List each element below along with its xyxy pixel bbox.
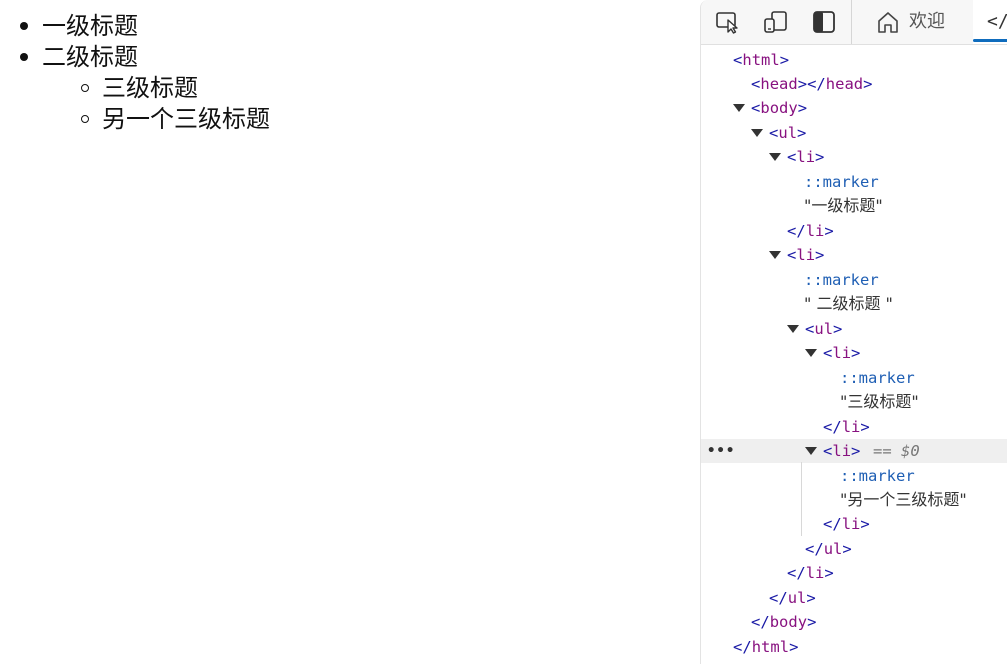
- rendered-page: 一级标题 二级标题 三级标题 另一个三级标题: [0, 0, 700, 664]
- tree-row[interactable]: <head></head>: [701, 72, 1007, 96]
- tree-row[interactable]: </ul>: [701, 586, 1007, 610]
- li-close-tag: </li>: [823, 515, 870, 533]
- tab-welcome-label: 欢迎: [909, 11, 945, 32]
- tree-row[interactable]: <ul>: [701, 317, 1007, 341]
- marker-pseudo: ::marker: [840, 467, 915, 485]
- device-emulation-icon[interactable]: [763, 10, 789, 34]
- tree-row[interactable]: <html>: [701, 48, 1007, 72]
- tree-row[interactable]: ::marker: [701, 366, 1007, 390]
- li-close-tag: </li>: [787, 564, 834, 582]
- tree-row[interactable]: </ul>: [701, 537, 1007, 561]
- tree-row[interactable]: <li>: [701, 145, 1007, 169]
- li-open-tag: <li>: [787, 246, 825, 264]
- marker-pseudo: ::marker: [804, 271, 879, 289]
- devtools-panel: 欢迎 </ <html> <head></head> <body> <ul> <…: [700, 0, 1007, 664]
- active-tab-indicator: [973, 39, 1007, 42]
- marker-pseudo: ::marker: [840, 369, 915, 387]
- tree-row[interactable]: </li>: [701, 512, 1007, 536]
- tree-row[interactable]: </li>: [701, 219, 1007, 243]
- home-icon: [878, 12, 898, 33]
- list-bullet: [20, 22, 28, 30]
- tree-row[interactable]: ::marker: [701, 170, 1007, 194]
- tree-row[interactable]: </body>: [701, 610, 1007, 634]
- tree-row[interactable]: ::marker: [701, 464, 1007, 488]
- toolbar-separator: [851, 0, 852, 44]
- tree-row[interactable]: "一级标题": [701, 194, 1007, 218]
- text-node: "另一个三级标题": [840, 490, 967, 509]
- expand-triangle-icon[interactable]: [805, 447, 817, 455]
- list-bullet-circle: [81, 115, 89, 123]
- ul-open-tag: <ul>: [805, 320, 843, 338]
- li-open-tag: <li>: [823, 442, 861, 460]
- inspect-element-icon[interactable]: [715, 10, 741, 34]
- dom-tree: <html> <head></head> <body> <ul> <li> ::…: [701, 46, 1007, 664]
- text-node: "一级标题": [804, 196, 883, 215]
- more-options-icon[interactable]: •••: [707, 439, 735, 463]
- marker-pseudo: ::marker: [804, 173, 879, 191]
- text-node: " 二级标题 ": [804, 294, 893, 313]
- tree-row[interactable]: <body>: [701, 96, 1007, 120]
- expand-triangle-icon[interactable]: [805, 349, 817, 357]
- tree-row[interactable]: </html>: [701, 635, 1007, 659]
- li-open-tag: <li>: [787, 148, 825, 166]
- list-item-level1: 二级标题: [42, 43, 138, 71]
- li-open-tag: <li>: [823, 344, 861, 362]
- list-item-level2: 三级标题: [102, 74, 198, 102]
- expand-triangle-icon[interactable]: [769, 153, 781, 161]
- ul-close-tag: </ul>: [805, 540, 852, 558]
- body-close-tag: </body>: [751, 613, 817, 631]
- expand-triangle-icon[interactable]: [787, 325, 799, 333]
- dock-sidebar-icon[interactable]: [811, 10, 837, 34]
- ul-open-tag: <ul>: [769, 124, 807, 142]
- tree-row[interactable]: "三级标题": [701, 390, 1007, 414]
- text-node: "三级标题": [840, 392, 919, 411]
- tree-row[interactable]: " 二级标题 ": [701, 292, 1007, 316]
- expand-triangle-icon[interactable]: [733, 104, 745, 112]
- tree-row[interactable]: ::marker: [701, 268, 1007, 292]
- tree-row[interactable]: "另一个三级标题": [701, 488, 1007, 512]
- tree-row[interactable]: <li>: [701, 341, 1007, 365]
- list-bullet: [20, 53, 28, 61]
- tree-row[interactable]: </li>: [701, 415, 1007, 439]
- tree-row[interactable]: <li>: [701, 243, 1007, 267]
- tab-elements-label: </: [987, 11, 1007, 32]
- list-bullet-circle: [81, 84, 89, 92]
- html-close-tag: </html>: [733, 638, 799, 656]
- list-item-level1: 一级标题: [42, 12, 138, 40]
- tab-welcome[interactable]: 欢迎: [861, 0, 961, 44]
- tree-row[interactable]: <ul>: [701, 121, 1007, 145]
- head-tag: <head></head>: [751, 75, 873, 93]
- list-item-level2: 另一个三级标题: [102, 105, 270, 133]
- tab-elements[interactable]: </: [973, 0, 1007, 44]
- expand-triangle-icon[interactable]: [769, 251, 781, 259]
- tree-row[interactable]: </li>: [701, 561, 1007, 585]
- body-open-tag: <body>: [751, 99, 808, 117]
- selected-node-indicator: == $0: [873, 442, 920, 460]
- html-open-tag: <html>: [733, 51, 790, 69]
- devtools-toolbar: 欢迎 </: [701, 0, 1007, 45]
- tree-row-selected[interactable]: ••• <li> == $0: [701, 439, 1007, 463]
- li-close-tag: </li>: [823, 418, 870, 436]
- li-close-tag: </li>: [787, 222, 834, 240]
- expand-triangle-icon[interactable]: [751, 129, 763, 137]
- ul-close-tag: </ul>: [769, 589, 816, 607]
